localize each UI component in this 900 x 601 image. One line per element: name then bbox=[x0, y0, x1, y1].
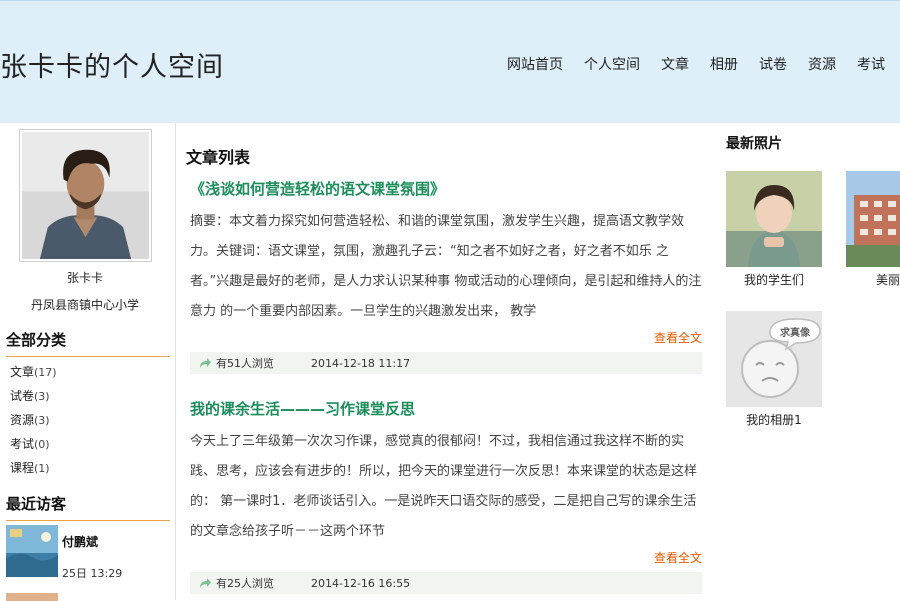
avatar-photo bbox=[22, 132, 149, 259]
visitor-name[interactable]: 付鹏斌 bbox=[62, 533, 98, 550]
photo-thumbnail bbox=[846, 171, 900, 267]
article-meta: 有25人浏览 2014-12-16 16:55 bbox=[190, 572, 702, 594]
share-icon bbox=[200, 578, 211, 588]
article-date: 2014-12-18 11:17 bbox=[311, 356, 411, 370]
article-meta: 有51人浏览 2014-12-18 11:17 bbox=[190, 352, 702, 374]
category-label: 试卷 bbox=[10, 389, 35, 403]
photo-thumbnail bbox=[726, 171, 822, 267]
visitor-avatar bbox=[6, 525, 58, 577]
category-item-courses[interactable]: 课程(1) bbox=[10, 456, 57, 480]
category-count: (17) bbox=[34, 366, 57, 379]
nav-exams[interactable]: 考试 bbox=[857, 54, 885, 74]
photo-caption: 我的学生们 bbox=[743, 273, 804, 287]
article-list-heading: 文章列表 bbox=[186, 148, 251, 167]
placeholder-badge-text: 求真像 bbox=[780, 326, 811, 339]
category-item-resources[interactable]: 资源(3) bbox=[10, 408, 57, 432]
article-item: 《浅谈如何营造轻松的语文课堂氛围》 摘要：本文着力探究如何营造轻松、和谐的课堂氛… bbox=[190, 178, 702, 374]
nav-albums[interactable]: 相册 bbox=[710, 54, 738, 74]
photo-item[interactable]: 求真像 我的相册1 bbox=[726, 311, 826, 428]
read-more-link[interactable]: 查看全文 bbox=[190, 548, 702, 568]
article-summary: 今天上了三年级第一次次习作课，感觉真的很郁闷！不过，我相信通过我这样不断的实践、… bbox=[190, 434, 698, 539]
nav-papers[interactable]: 试卷 bbox=[759, 54, 787, 74]
read-more-link[interactable]: 查看全文 bbox=[190, 328, 702, 348]
photo-caption: 我的相册1 bbox=[746, 413, 802, 427]
view-count: 有25人浏览 bbox=[216, 577, 274, 590]
category-list: 文章(17) 试卷(3) 资源(3) 考试(0) 课程(1) bbox=[10, 360, 57, 480]
article-list: 文章列表 《浅谈如何营造轻松的语文课堂氛围》 摘要：本文着力探究如何营造轻松、和… bbox=[186, 123, 706, 600]
latest-photos: 最新照片 我的学生们 美丽的 求真 bbox=[726, 123, 900, 600]
article-item: 我的课余生活———习作课堂反思 今天上了三年级第一次次习作课，感觉真的很郁闷！不… bbox=[190, 398, 702, 594]
category-count: (1) bbox=[34, 462, 50, 475]
article-summary: 摘要：本文着力探究如何营造轻松、和谐的课堂氛围，激发学生兴趣，提高语文教学效 力… bbox=[190, 214, 702, 319]
left-sidebar: 张卡卡 丹凤县商镇中心小学 全部分类 文章(17) 试卷(3) 资源(3) 考试… bbox=[0, 123, 176, 601]
visitor-time: 25日 13:29 bbox=[62, 567, 123, 580]
nav-home[interactable]: 网站首页 bbox=[507, 54, 563, 74]
main-nav: 网站首页 个人空间 文章 相册 试卷 资源 考试 bbox=[507, 54, 900, 74]
site-header: 张卡卡的个人空间 网站首页 个人空间 文章 相册 试卷 资源 考试 bbox=[0, 0, 900, 123]
photos-heading: 最新照片 bbox=[726, 136, 782, 152]
category-label: 文章 bbox=[10, 365, 35, 379]
profile-school: 丹凤县商镇中心小学 bbox=[30, 298, 139, 312]
photo-caption: 美丽的 bbox=[875, 273, 900, 287]
category-count: (3) bbox=[34, 390, 50, 403]
nav-resources[interactable]: 资源 bbox=[808, 54, 836, 74]
category-count: (3) bbox=[34, 414, 50, 427]
category-count: (0) bbox=[34, 438, 50, 451]
categories-heading: 全部分类 bbox=[6, 329, 170, 357]
view-count: 有51人浏览 bbox=[216, 357, 274, 370]
avatar[interactable] bbox=[19, 129, 152, 262]
category-item-papers[interactable]: 试卷(3) bbox=[10, 384, 57, 408]
profile-name[interactable]: 张卡卡 bbox=[0, 269, 170, 286]
category-label: 资源 bbox=[10, 413, 35, 427]
category-item-exams[interactable]: 考试(0) bbox=[10, 432, 57, 456]
photo-item[interactable]: 我的学生们 bbox=[726, 171, 826, 288]
nav-personal-space[interactable]: 个人空间 bbox=[584, 54, 640, 74]
visitors-heading: 最近访客 bbox=[6, 493, 170, 521]
nav-articles[interactable]: 文章 bbox=[661, 54, 689, 74]
share-icon bbox=[200, 358, 211, 368]
article-title[interactable]: 《浅谈如何营造轻松的语文课堂氛围》 bbox=[190, 178, 702, 199]
category-item-articles[interactable]: 文章(17) bbox=[10, 360, 57, 384]
article-title[interactable]: 我的课余生活———习作课堂反思 bbox=[190, 398, 702, 419]
no-photo-placeholder-icon: 求真像 bbox=[726, 311, 822, 407]
category-label: 考试 bbox=[10, 437, 35, 451]
site-title: 张卡卡的个人空间 bbox=[0, 52, 224, 83]
category-label: 课程 bbox=[10, 461, 35, 475]
article-date: 2014-12-16 16:55 bbox=[311, 576, 411, 590]
photo-item[interactable]: 美丽的 bbox=[846, 171, 900, 288]
visitor-item[interactable]: 付鹏斌 25日 13:29 bbox=[6, 525, 170, 580]
